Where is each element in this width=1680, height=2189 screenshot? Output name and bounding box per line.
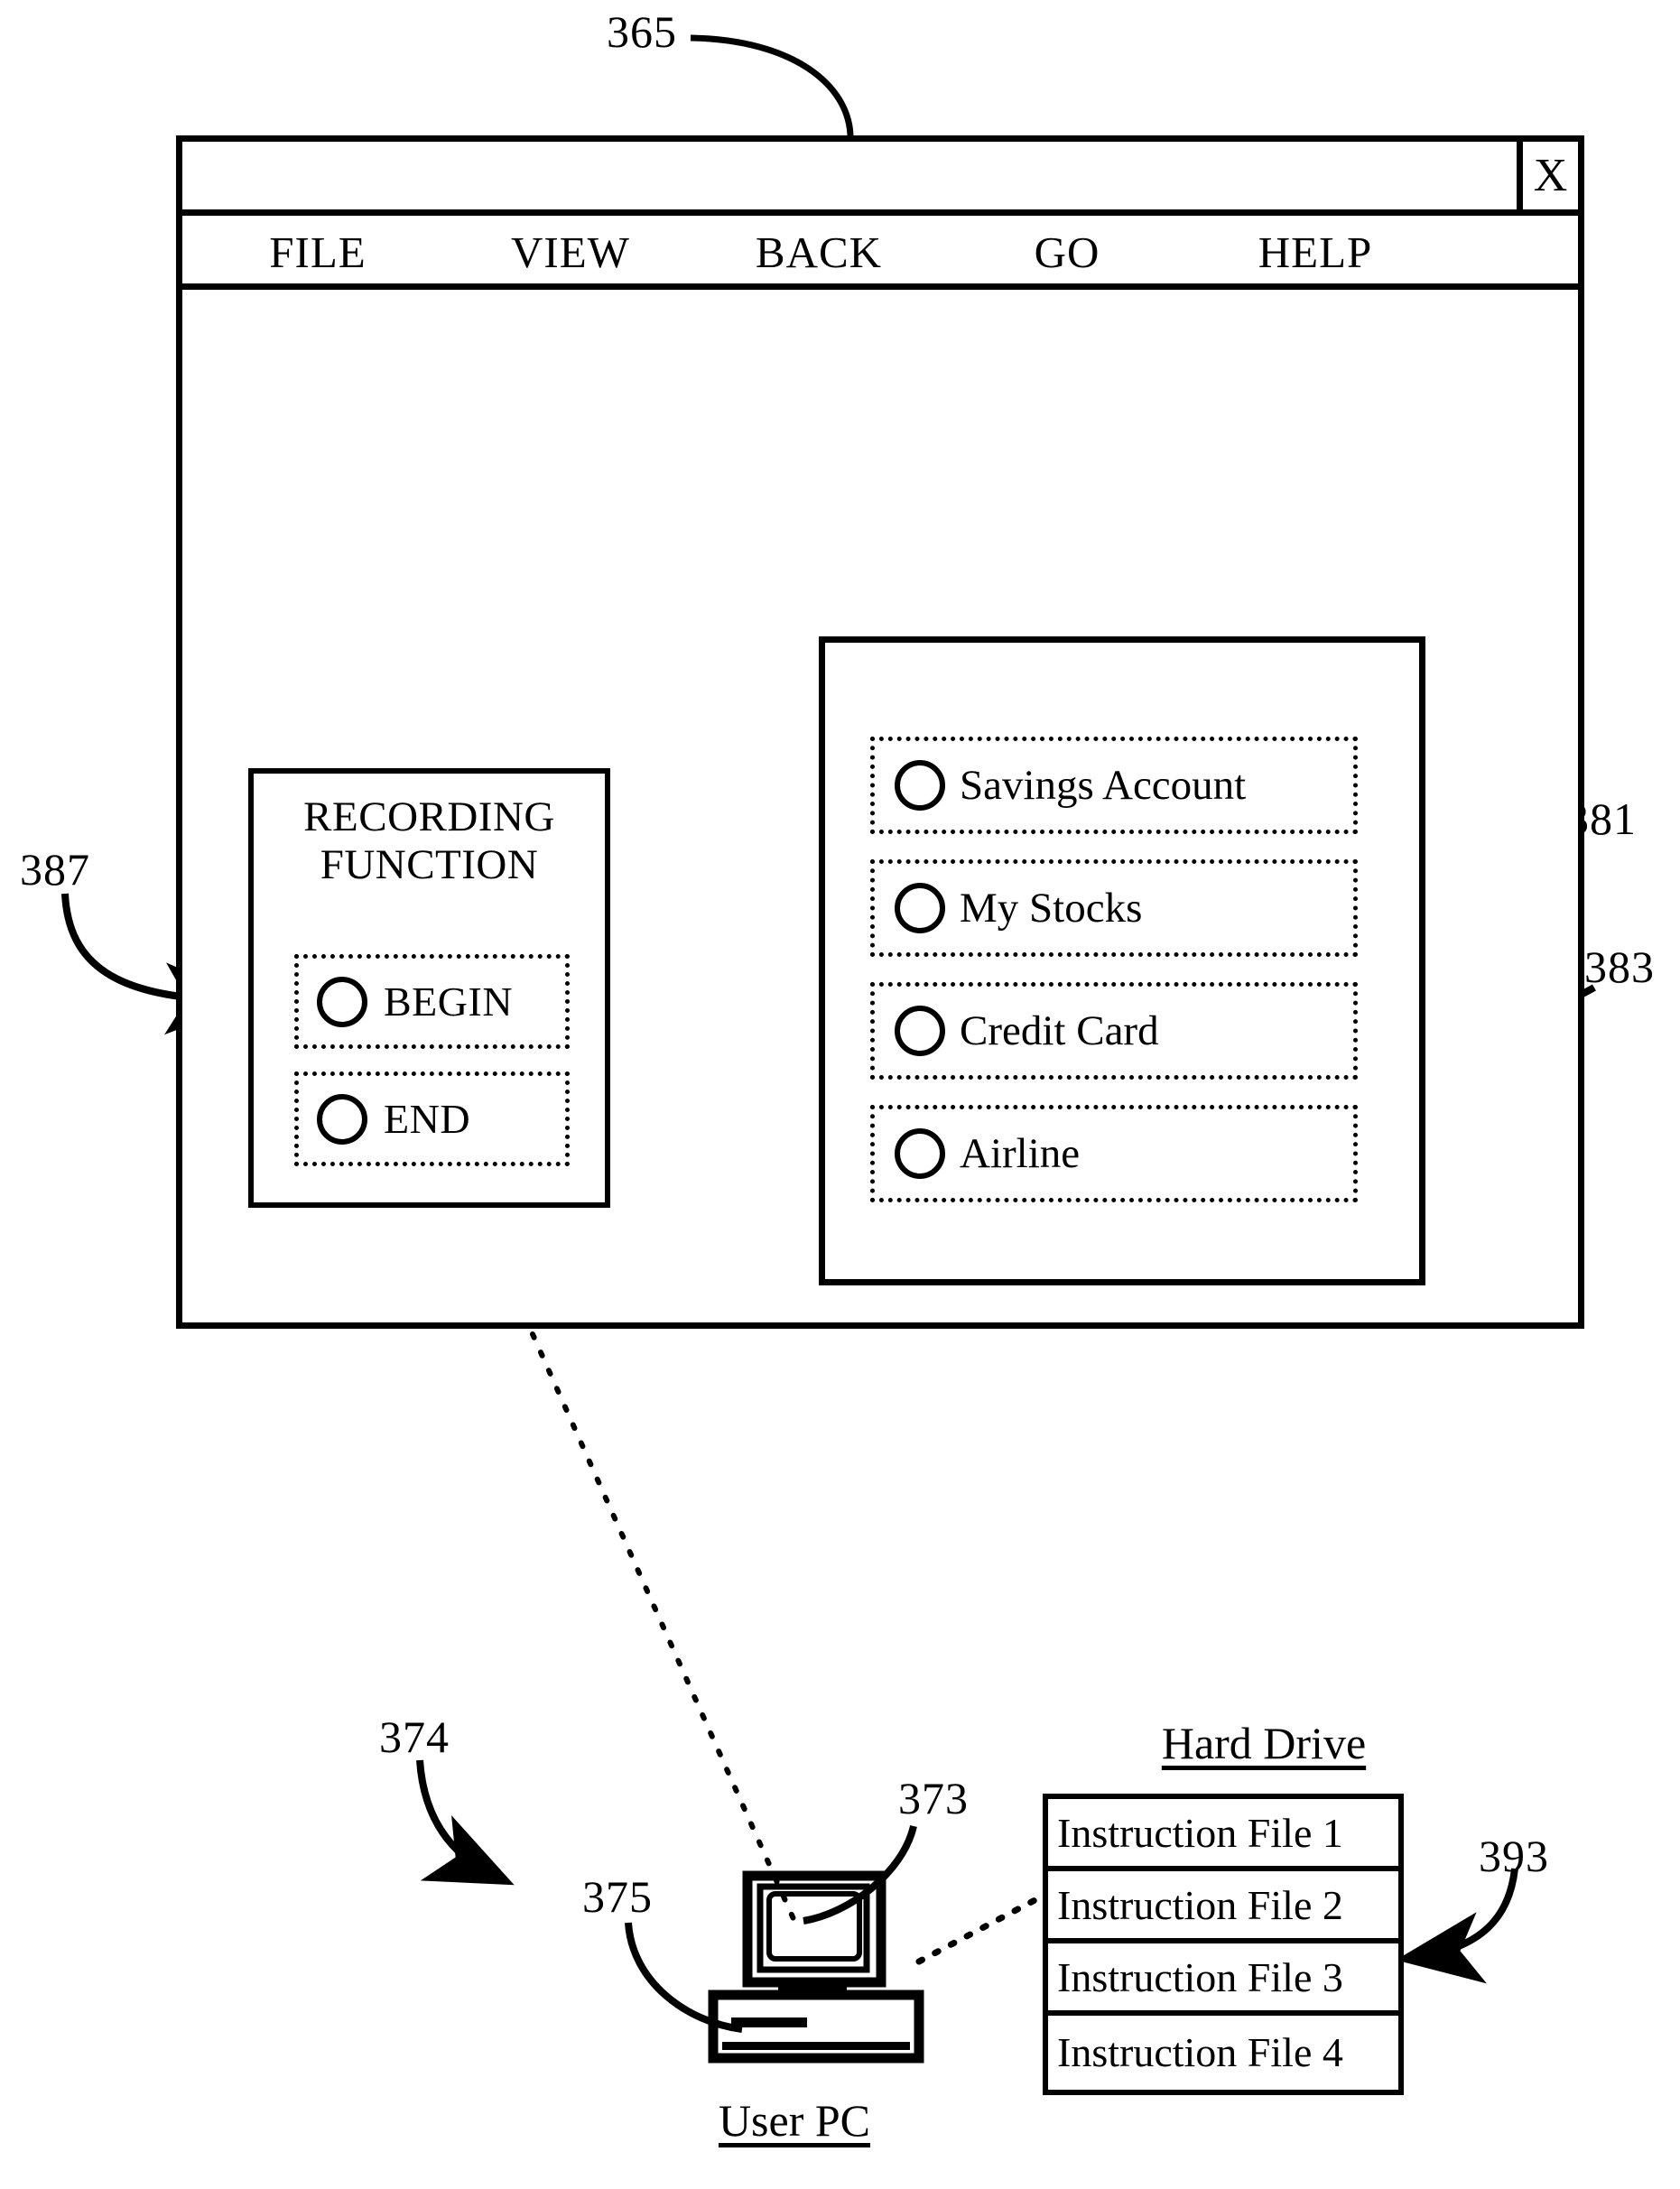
instruction-file-row[interactable]: Instruction File 4: [1048, 2016, 1398, 2088]
menu-item-back[interactable]: BACK: [670, 227, 968, 278]
ref-number-365: 365: [607, 6, 677, 57]
instruction-file-row[interactable]: Instruction File 3: [1048, 1943, 1398, 2016]
leader-373: [803, 1825, 917, 1925]
ref-number-393: 393: [1479, 1831, 1549, 1881]
leader-374: [416, 1759, 515, 1886]
account-option-label: My Stocks: [960, 885, 1143, 932]
recording-function-panel: RECORDING FUNCTION BEGIN END: [248, 768, 610, 1208]
account-option-airline[interactable]: Airline: [870, 1105, 1358, 1202]
leader-365: [690, 34, 854, 136]
screen-projection-line: [530, 1331, 797, 1924]
recording-option-begin-label: BEGIN: [384, 979, 514, 1025]
recording-function-title: RECORDING FUNCTION: [254, 774, 605, 888]
user-pc-label: User PC: [718, 2095, 871, 2146]
account-option-label: Credit Card: [960, 1007, 1159, 1054]
radio-button-icon[interactable]: [895, 760, 945, 811]
account-option-label: Savings Account: [960, 762, 1247, 809]
radio-button-icon[interactable]: [317, 1093, 367, 1145]
ref-number-373: 373: [898, 1773, 969, 1823]
leader-375-pc: [625, 1922, 743, 2033]
recording-title-line-1: RECORDING: [303, 793, 555, 840]
accounts-list-panel: Savings Account My Stocks Credit Card Ai…: [819, 636, 1425, 1285]
account-option-credit-card[interactable]: Credit Card: [870, 982, 1358, 1080]
hard-drive-file-list: Instruction File 1 Instruction File 2 In…: [1043, 1794, 1404, 2095]
account-option-my-stocks[interactable]: My Stocks: [870, 859, 1358, 957]
hard-drive-title: Hard Drive: [1161, 1718, 1367, 1768]
account-option-savings-account[interactable]: Savings Account: [870, 737, 1358, 834]
window-titlebar: X: [182, 142, 1578, 216]
menu-item-go[interactable]: GO: [932, 227, 1202, 278]
recording-option-begin[interactable]: BEGIN: [294, 954, 570, 1049]
menu-item-file[interactable]: FILE: [182, 227, 453, 278]
close-icon[interactable]: X: [1517, 142, 1578, 209]
account-option-label: Airline: [960, 1130, 1081, 1177]
figure-canvas: 365 375 379 381 383 385 387 389 391 374 …: [0, 0, 1680, 2189]
recording-title-line-2: FUNCTION: [320, 840, 539, 888]
ref-number-383: 383: [1584, 941, 1655, 992]
menu-item-help[interactable]: HELP: [1166, 227, 1464, 278]
recording-option-end-label: END: [384, 1096, 471, 1142]
radio-button-icon[interactable]: [317, 976, 367, 1027]
ref-number-375-pc: 375: [582, 1871, 653, 1922]
instruction-file-row[interactable]: Instruction File 1: [1048, 1799, 1398, 1871]
menu-item-view[interactable]: VIEW: [435, 227, 706, 278]
radio-button-icon[interactable]: [895, 1006, 945, 1056]
radio-button-icon[interactable]: [895, 1128, 945, 1179]
menu-bar: FILE VIEW BACK GO HELP: [182, 216, 1578, 290]
harddrive-link-line: [915, 1894, 1044, 1965]
radio-button-icon[interactable]: [895, 883, 945, 933]
ref-number-374: 374: [379, 1711, 450, 1762]
recording-option-end[interactable]: END: [294, 1071, 570, 1166]
instruction-file-row[interactable]: Instruction File 2: [1048, 1871, 1398, 1943]
ref-number-387: 387: [20, 844, 90, 895]
